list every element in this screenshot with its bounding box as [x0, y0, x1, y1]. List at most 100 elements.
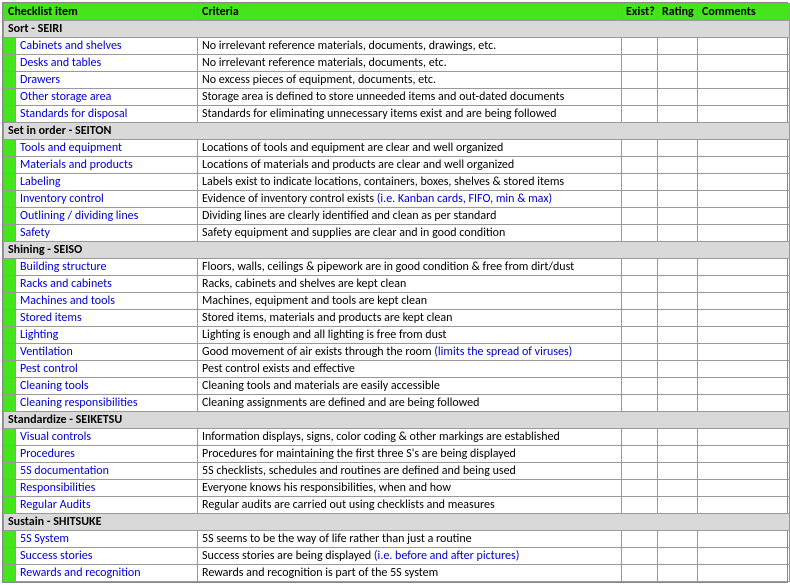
rating-cell[interactable]	[658, 174, 698, 191]
comments-cell[interactable]	[698, 480, 790, 497]
exist-cell[interactable]	[622, 497, 658, 514]
exist-cell[interactable]	[622, 344, 658, 361]
rating-cell[interactable]	[658, 344, 698, 361]
comments-cell[interactable]	[698, 225, 790, 242]
comments-cell[interactable]	[698, 531, 790, 548]
checklist-item: Standards for disposal	[16, 106, 198, 123]
exist-cell[interactable]	[622, 174, 658, 191]
comments-cell[interactable]	[698, 395, 790, 412]
rating-cell[interactable]	[658, 395, 698, 412]
section-title: Shining - SEISO	[4, 242, 790, 259]
comments-cell[interactable]	[698, 463, 790, 480]
rating-cell[interactable]	[658, 140, 698, 157]
comments-cell[interactable]	[698, 310, 790, 327]
comments-cell[interactable]	[698, 72, 790, 89]
exist-cell[interactable]	[622, 89, 658, 106]
comments-cell[interactable]	[698, 378, 790, 395]
exist-cell[interactable]	[622, 327, 658, 344]
checklist-item: Responsibilities	[16, 480, 198, 497]
comments-cell[interactable]	[698, 361, 790, 378]
checklist-item: Building structure	[16, 259, 198, 276]
exist-cell[interactable]	[622, 548, 658, 565]
comments-cell[interactable]	[698, 174, 790, 191]
criteria-cell: No irrelevant reference materials, docum…	[198, 38, 622, 55]
comments-cell[interactable]	[698, 157, 790, 174]
exist-cell[interactable]	[622, 208, 658, 225]
exist-cell[interactable]	[622, 293, 658, 310]
rating-cell[interactable]	[658, 293, 698, 310]
rating-cell[interactable]	[658, 361, 698, 378]
criteria-cell: Floors, walls, ceilings & pipework are i…	[198, 259, 622, 276]
row-marker	[4, 174, 16, 191]
exist-cell[interactable]	[622, 225, 658, 242]
exist-cell[interactable]	[622, 157, 658, 174]
rating-cell[interactable]	[658, 548, 698, 565]
comments-cell[interactable]	[698, 191, 790, 208]
comments-cell[interactable]	[698, 548, 790, 565]
table-row: Materials and productsLocations of mater…	[4, 157, 790, 174]
exist-cell[interactable]	[622, 531, 658, 548]
table-row: Cabinets and shelvesNo irrelevant refere…	[4, 38, 790, 55]
rating-cell[interactable]	[658, 259, 698, 276]
exist-cell[interactable]	[622, 38, 658, 55]
exist-cell[interactable]	[622, 480, 658, 497]
exist-cell[interactable]	[622, 446, 658, 463]
rating-cell[interactable]	[658, 327, 698, 344]
rating-cell[interactable]	[658, 89, 698, 106]
exist-cell[interactable]	[622, 259, 658, 276]
rating-cell[interactable]	[658, 157, 698, 174]
section-row: Sustain - SHITSUKE	[4, 514, 790, 531]
table-row: Visual controlsInformation displays, sig…	[4, 429, 790, 446]
comments-cell[interactable]	[698, 106, 790, 123]
comments-cell[interactable]	[698, 446, 790, 463]
row-marker	[4, 548, 16, 565]
rating-cell[interactable]	[658, 497, 698, 514]
rating-cell[interactable]	[658, 310, 698, 327]
rating-cell[interactable]	[658, 429, 698, 446]
table-row: Success storiesSuccess stories are being…	[4, 548, 790, 565]
rating-cell[interactable]	[658, 225, 698, 242]
exist-cell[interactable]	[622, 191, 658, 208]
comments-cell[interactable]	[698, 55, 790, 72]
comments-cell[interactable]	[698, 259, 790, 276]
comments-cell[interactable]	[698, 208, 790, 225]
rating-cell[interactable]	[658, 55, 698, 72]
comments-cell[interactable]	[698, 497, 790, 514]
exist-cell[interactable]	[622, 276, 658, 293]
comments-cell[interactable]	[698, 344, 790, 361]
rating-cell[interactable]	[658, 463, 698, 480]
comments-cell[interactable]	[698, 327, 790, 344]
rating-cell[interactable]	[658, 106, 698, 123]
comments-cell[interactable]	[698, 429, 790, 446]
rating-cell[interactable]	[658, 208, 698, 225]
exist-cell[interactable]	[622, 72, 658, 89]
comments-cell[interactable]	[698, 38, 790, 55]
exist-cell[interactable]	[622, 395, 658, 412]
rating-cell[interactable]	[658, 480, 698, 497]
exist-cell[interactable]	[622, 378, 658, 395]
comments-cell[interactable]	[698, 89, 790, 106]
criteria-note: (i.e. before and after pictures)	[374, 549, 519, 563]
exist-cell[interactable]	[622, 140, 658, 157]
comments-cell[interactable]	[698, 293, 790, 310]
exist-cell[interactable]	[622, 429, 658, 446]
rating-cell[interactable]	[658, 378, 698, 395]
rating-cell[interactable]	[658, 531, 698, 548]
rating-cell[interactable]	[658, 276, 698, 293]
rating-cell[interactable]	[658, 446, 698, 463]
rating-cell[interactable]	[658, 191, 698, 208]
exist-cell[interactable]	[622, 361, 658, 378]
header-item: Checklist item	[4, 4, 198, 21]
exist-cell[interactable]	[622, 106, 658, 123]
comments-cell[interactable]	[698, 276, 790, 293]
table-row: Inventory controlEvidence of inventory c…	[4, 191, 790, 208]
checklist-item: Safety	[16, 225, 198, 242]
rating-cell[interactable]	[658, 38, 698, 55]
row-marker	[4, 276, 16, 293]
rating-cell[interactable]	[658, 72, 698, 89]
exist-cell[interactable]	[622, 463, 658, 480]
exist-cell[interactable]	[622, 310, 658, 327]
checklist-item: Ventilation	[16, 344, 198, 361]
comments-cell[interactable]	[698, 140, 790, 157]
exist-cell[interactable]	[622, 55, 658, 72]
